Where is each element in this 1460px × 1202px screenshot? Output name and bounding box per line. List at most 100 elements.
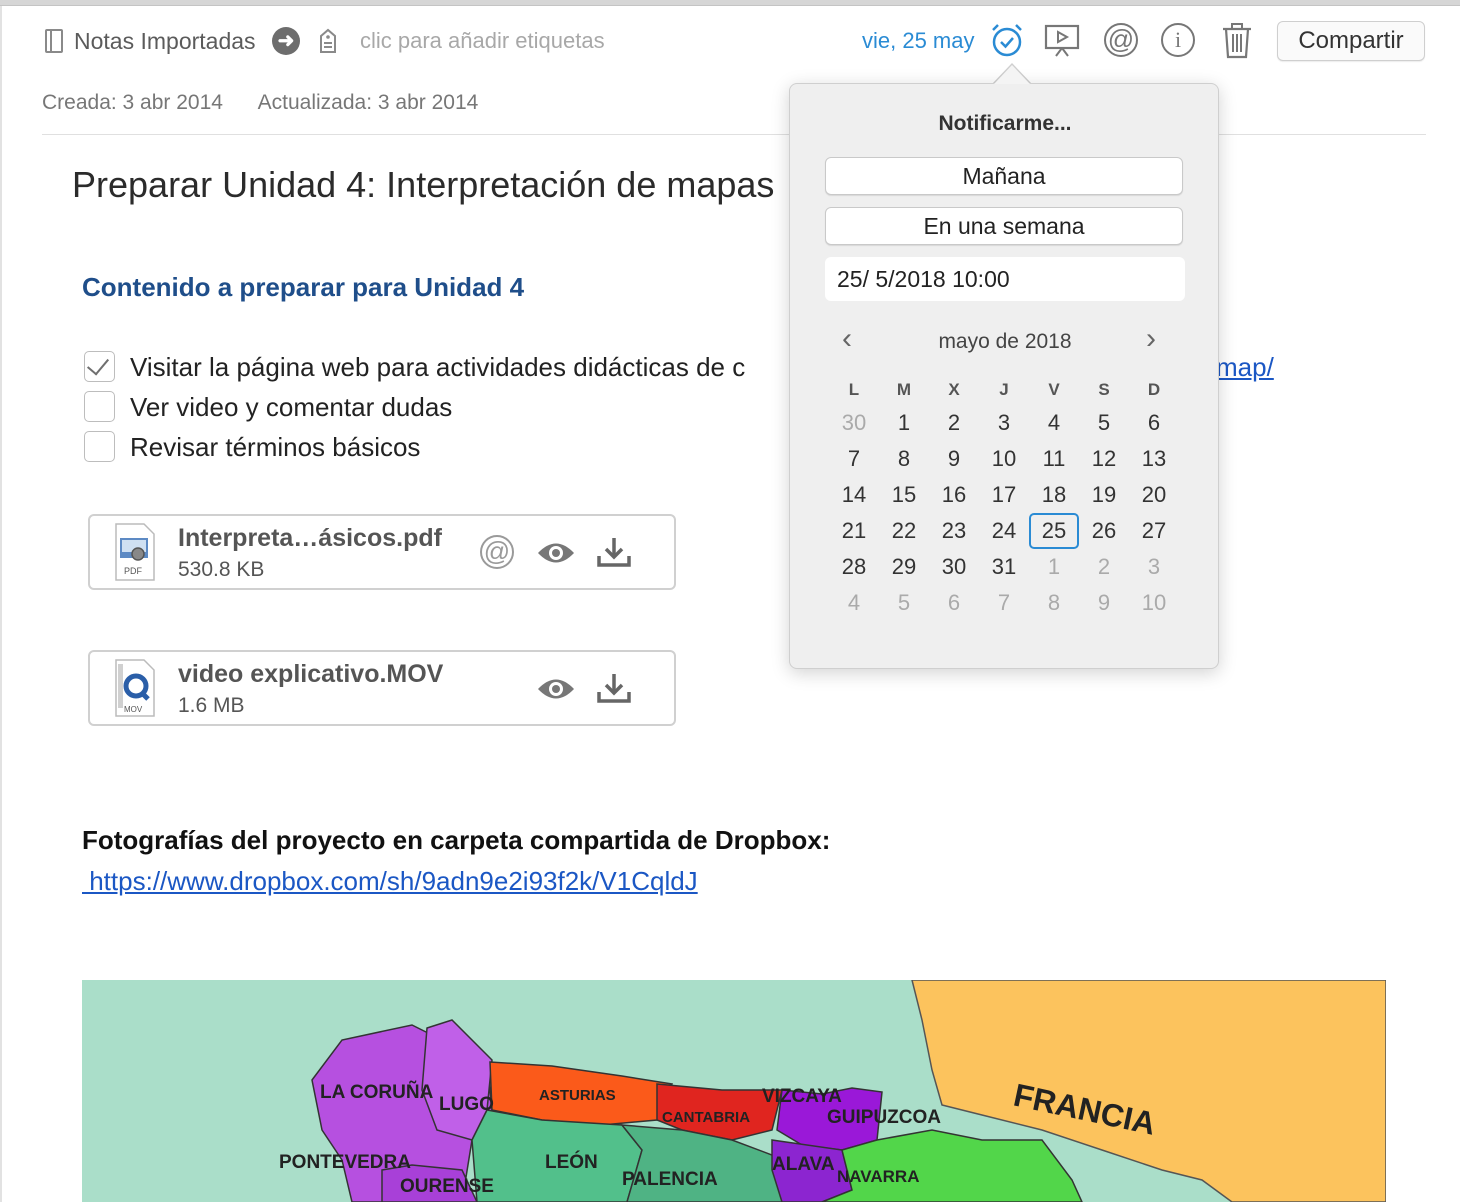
tomorrow-button[interactable]: Mañana — [825, 157, 1183, 195]
map-label: NAVARRA — [837, 1167, 919, 1186]
calendar-day[interactable]: 11 — [1029, 441, 1079, 477]
calendar-day[interactable]: 18 — [1029, 477, 1079, 513]
eye-icon[interactable] — [536, 674, 576, 704]
calendar-day[interactable]: 28 — [829, 549, 879, 585]
activity-link[interactable]: map/ — [1216, 352, 1274, 383]
mov-file-icon: MOV — [115, 659, 155, 717]
calendar-day[interactable]: 9 — [929, 441, 979, 477]
presentation-icon[interactable] — [1044, 22, 1080, 58]
calendar-day[interactable]: 10 — [1129, 585, 1179, 621]
alarm-clock-icon[interactable] — [988, 21, 1026, 59]
spain-map-image[interactable]: LA CORUÑA LUGO ASTURIAS CANTABRIA VIZCAY… — [82, 980, 1386, 1202]
attachment-video[interactable]: MOV video explicativo.MOV 1.6 MB — [88, 650, 676, 726]
calendar-day[interactable]: 8 — [1029, 585, 1079, 621]
calendar-day[interactable]: 21 — [829, 513, 879, 549]
calendar-day[interactable]: 16 — [929, 477, 979, 513]
map-label: PALENCIA — [622, 1169, 718, 1190]
reminder-date[interactable]: vie, 25 may — [862, 28, 975, 54]
window-left-edge — [0, 6, 2, 1202]
weekday-label: M — [896, 380, 912, 399]
calendar-day[interactable]: 1 — [1029, 549, 1079, 585]
download-icon[interactable] — [596, 670, 632, 706]
mention-at-icon[interactable]: @ — [480, 535, 514, 569]
move-note-arrow-icon[interactable]: ➜ — [272, 27, 300, 55]
map-label: LA CORUÑA — [320, 1081, 434, 1103]
note-title[interactable]: Preparar Unidad 4: Interpretación de map… — [72, 164, 774, 206]
calendar-day[interactable]: 30 — [929, 549, 979, 585]
attachment-size: 530.8 KB — [178, 558, 265, 581]
datetime-field[interactable]: 25/ 5/2018 10:00 — [825, 257, 1185, 301]
calendar-day[interactable]: 27 — [1129, 513, 1179, 549]
map-label: GUIPUZCOA — [827, 1107, 941, 1128]
calendar-day[interactable]: 5 — [879, 585, 929, 621]
info-icon[interactable]: i — [1161, 23, 1195, 57]
calendar-week-row: 4 5 6 7 8 9 10 — [829, 585, 1179, 621]
map-label: LUGO — [439, 1094, 494, 1115]
attachment-size: 1.6 MB — [178, 694, 245, 717]
calendar-day[interactable]: 12 — [1079, 441, 1129, 477]
calendar-day[interactable]: 6 — [1129, 405, 1179, 441]
note-header-toolbar: Notas Importadas ➜ clic para añadir etiq… — [0, 20, 1460, 64]
calendar-day[interactable]: 9 — [1079, 585, 1129, 621]
popover-title: Notificarme... — [938, 112, 1072, 135]
calendar-day[interactable]: 1 — [879, 405, 929, 441]
attachment-pdf[interactable]: PDF Interpreta…ásicos.pdf 530.8 KB @ — [88, 514, 676, 590]
notebook-name[interactable]: Notas Importadas — [74, 28, 256, 55]
calendar-day[interactable]: 4 — [1029, 405, 1079, 441]
share-button[interactable]: Compartir — [1277, 21, 1425, 61]
calendar-day[interactable]: 10 — [979, 441, 1029, 477]
calendar-day[interactable]: 3 — [979, 405, 1029, 441]
updated-date: Actualizada: 3 abr 2014 — [257, 91, 479, 114]
download-icon[interactable] — [596, 534, 632, 570]
checkbox[interactable] — [84, 391, 115, 422]
calendar-day[interactable]: 2 — [929, 405, 979, 441]
calendar-day[interactable]: 3 — [1129, 549, 1179, 585]
calendar-day[interactable]: 4 — [829, 585, 879, 621]
eye-icon[interactable] — [536, 538, 576, 568]
calendar-day[interactable]: 8 — [879, 441, 929, 477]
calendar-day[interactable]: 22 — [879, 513, 929, 549]
weekday-label: V — [1048, 380, 1060, 399]
file-type-label: PDF — [124, 566, 143, 576]
calendar-day[interactable]: 17 — [979, 477, 1029, 513]
mention-at-icon[interactable]: @ — [1104, 23, 1138, 57]
tag-icon[interactable] — [318, 28, 338, 54]
calendar-day[interactable]: 30 — [829, 405, 879, 441]
calendar-week-row: 30 1 2 3 4 5 6 — [829, 405, 1179, 441]
calendar-day[interactable]: 29 — [879, 549, 929, 585]
weekday-label: S — [1098, 380, 1110, 399]
map-label: OURENSE — [400, 1176, 494, 1197]
weekday-header-row: LMXJVSD — [829, 375, 1179, 405]
checkbox-checked[interactable] — [84, 351, 115, 382]
calendar-day[interactable]: 7 — [979, 585, 1029, 621]
map-label: VIZCAYA — [762, 1086, 842, 1107]
calendar-day[interactable]: 13 — [1129, 441, 1179, 477]
calendar-day[interactable]: 14 — [829, 477, 879, 513]
trash-icon[interactable] — [1220, 21, 1254, 59]
calendar-day[interactable]: 6 — [929, 585, 979, 621]
attachment-name: video explicativo.MOV — [178, 660, 444, 688]
calendar-day[interactable]: 26 — [1079, 513, 1129, 549]
calendar-day[interactable]: 15 — [879, 477, 929, 513]
calendar-day[interactable]: 2 — [1079, 549, 1129, 585]
window-top-edge — [0, 0, 1460, 6]
calendar-day[interactable]: 31 — [979, 549, 1029, 585]
in-a-week-button[interactable]: En una semana — [825, 207, 1183, 245]
calendar-day[interactable]: 23 — [929, 513, 979, 549]
calendar-day-selected[interactable]: 25 — [1029, 513, 1079, 549]
attachment-name: Interpreta…ásicos.pdf — [178, 524, 442, 552]
calendar-day[interactable]: 5 — [1079, 405, 1129, 441]
calendar-day[interactable]: 24 — [979, 513, 1029, 549]
calendar-day[interactable]: 7 — [829, 441, 879, 477]
weekday-label: L — [848, 380, 860, 399]
chevron-right-icon[interactable]: › — [1146, 322, 1170, 355]
dropbox-link[interactable]: https://www.dropbox.com/sh/9adn9e2i93f2k… — [82, 866, 697, 897]
checkbox[interactable] — [84, 431, 115, 462]
map-label: ALAVA — [772, 1154, 835, 1175]
photos-heading: Fotografías del proyecto en carpeta comp… — [82, 825, 831, 855]
created-date: Creada: 3 abr 2014 — [42, 91, 223, 114]
tag-input-placeholder[interactable]: clic para añadir etiquetas — [360, 28, 605, 54]
calendar-day[interactable]: 20 — [1129, 477, 1179, 513]
calendar-day[interactable]: 19 — [1079, 477, 1129, 513]
todo-label: Ver video y comentar dudas — [130, 392, 453, 422]
